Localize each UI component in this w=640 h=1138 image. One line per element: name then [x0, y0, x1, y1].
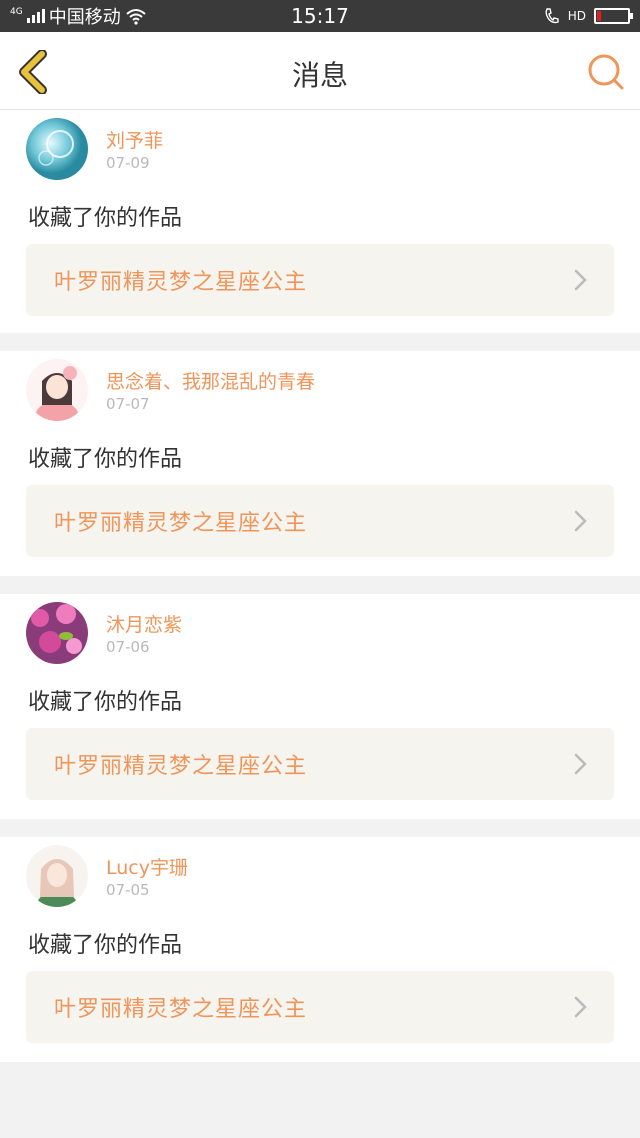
avatar-anime-girl-green-icon[interactable]: [26, 845, 88, 907]
message-list: 刘予菲 07-09 收藏了你的作品 叶罗丽精灵梦之星座公主 思念着、我那混乱的青…: [0, 110, 640, 1080]
network-type: 4G: [10, 6, 23, 17]
action-text: 收藏了你的作品: [28, 206, 183, 231]
work-title: 叶罗丽精灵梦之星座公主: [54, 997, 308, 1022]
wifi-icon: [126, 9, 146, 25]
work-link[interactable]: 叶罗丽精灵梦之星座公主: [26, 728, 614, 800]
action-text: 收藏了你的作品: [28, 933, 183, 958]
work-link[interactable]: 叶罗丽精灵梦之星座公主: [26, 485, 614, 557]
message-date: 07-09: [106, 154, 150, 172]
battery-icon: [594, 8, 633, 24]
chevron-right-icon: [574, 996, 587, 1018]
avatar-blossom-bird-icon[interactable]: [26, 602, 88, 664]
message-date: 07-06: [106, 638, 150, 656]
work-link[interactable]: 叶罗丽精灵梦之星座公主: [26, 971, 614, 1043]
hd-badge: HD: [567, 9, 586, 23]
search-icon: [588, 54, 624, 90]
user-name[interactable]: 思念着、我那混乱的青春: [106, 367, 315, 394]
avatar-bubble-icon[interactable]: [26, 118, 88, 180]
user-name[interactable]: Lucy宇珊: [106, 853, 188, 880]
signal-icon: [26, 9, 45, 23]
message-card: Lucy宇珊 07-05 收藏了你的作品 叶罗丽精灵梦之星座公主: [0, 837, 640, 1062]
user-name[interactable]: 沐月恋紫: [106, 610, 182, 637]
action-text: 收藏了你的作品: [28, 447, 183, 472]
chevron-right-icon: [574, 510, 587, 532]
action-text: 收藏了你的作品: [28, 690, 183, 715]
status-bar: 4G 中国移动 15:17 HD: [0, 0, 640, 32]
message-card: 思念着、我那混乱的青春 07-07 收藏了你的作品 叶罗丽精灵梦之星座公主: [0, 351, 640, 576]
message-date: 07-05: [106, 881, 150, 899]
carrier-name: 中国移动: [48, 7, 121, 28]
message-date: 07-07: [106, 395, 150, 413]
message-card: 沐月恋紫 07-06 收藏了你的作品 叶罗丽精灵梦之星座公主: [0, 594, 640, 819]
signal-group: 4G 中国移动: [10, 3, 147, 29]
chevron-right-icon: [574, 269, 587, 291]
work-link[interactable]: 叶罗丽精灵梦之星座公主: [26, 244, 614, 316]
header: 消息: [0, 32, 640, 110]
page-title: 消息: [291, 59, 348, 92]
chevron-right-icon: [574, 753, 587, 775]
user-name[interactable]: 刘予菲: [106, 126, 163, 153]
search-button[interactable]: [586, 52, 626, 92]
battery-level: [597, 11, 601, 21]
work-title: 叶罗丽精灵梦之星座公主: [54, 511, 308, 536]
status-right: HD: [544, 7, 633, 25]
work-title: 叶罗丽精灵梦之星座公主: [54, 754, 308, 779]
avatar-anime-girl-pink-icon[interactable]: [26, 359, 88, 421]
work-title: 叶罗丽精灵梦之星座公主: [54, 270, 308, 295]
phone-icon: [545, 8, 559, 24]
message-card: 刘予菲 07-09 收藏了你的作品 叶罗丽精灵梦之星座公主: [0, 110, 640, 333]
